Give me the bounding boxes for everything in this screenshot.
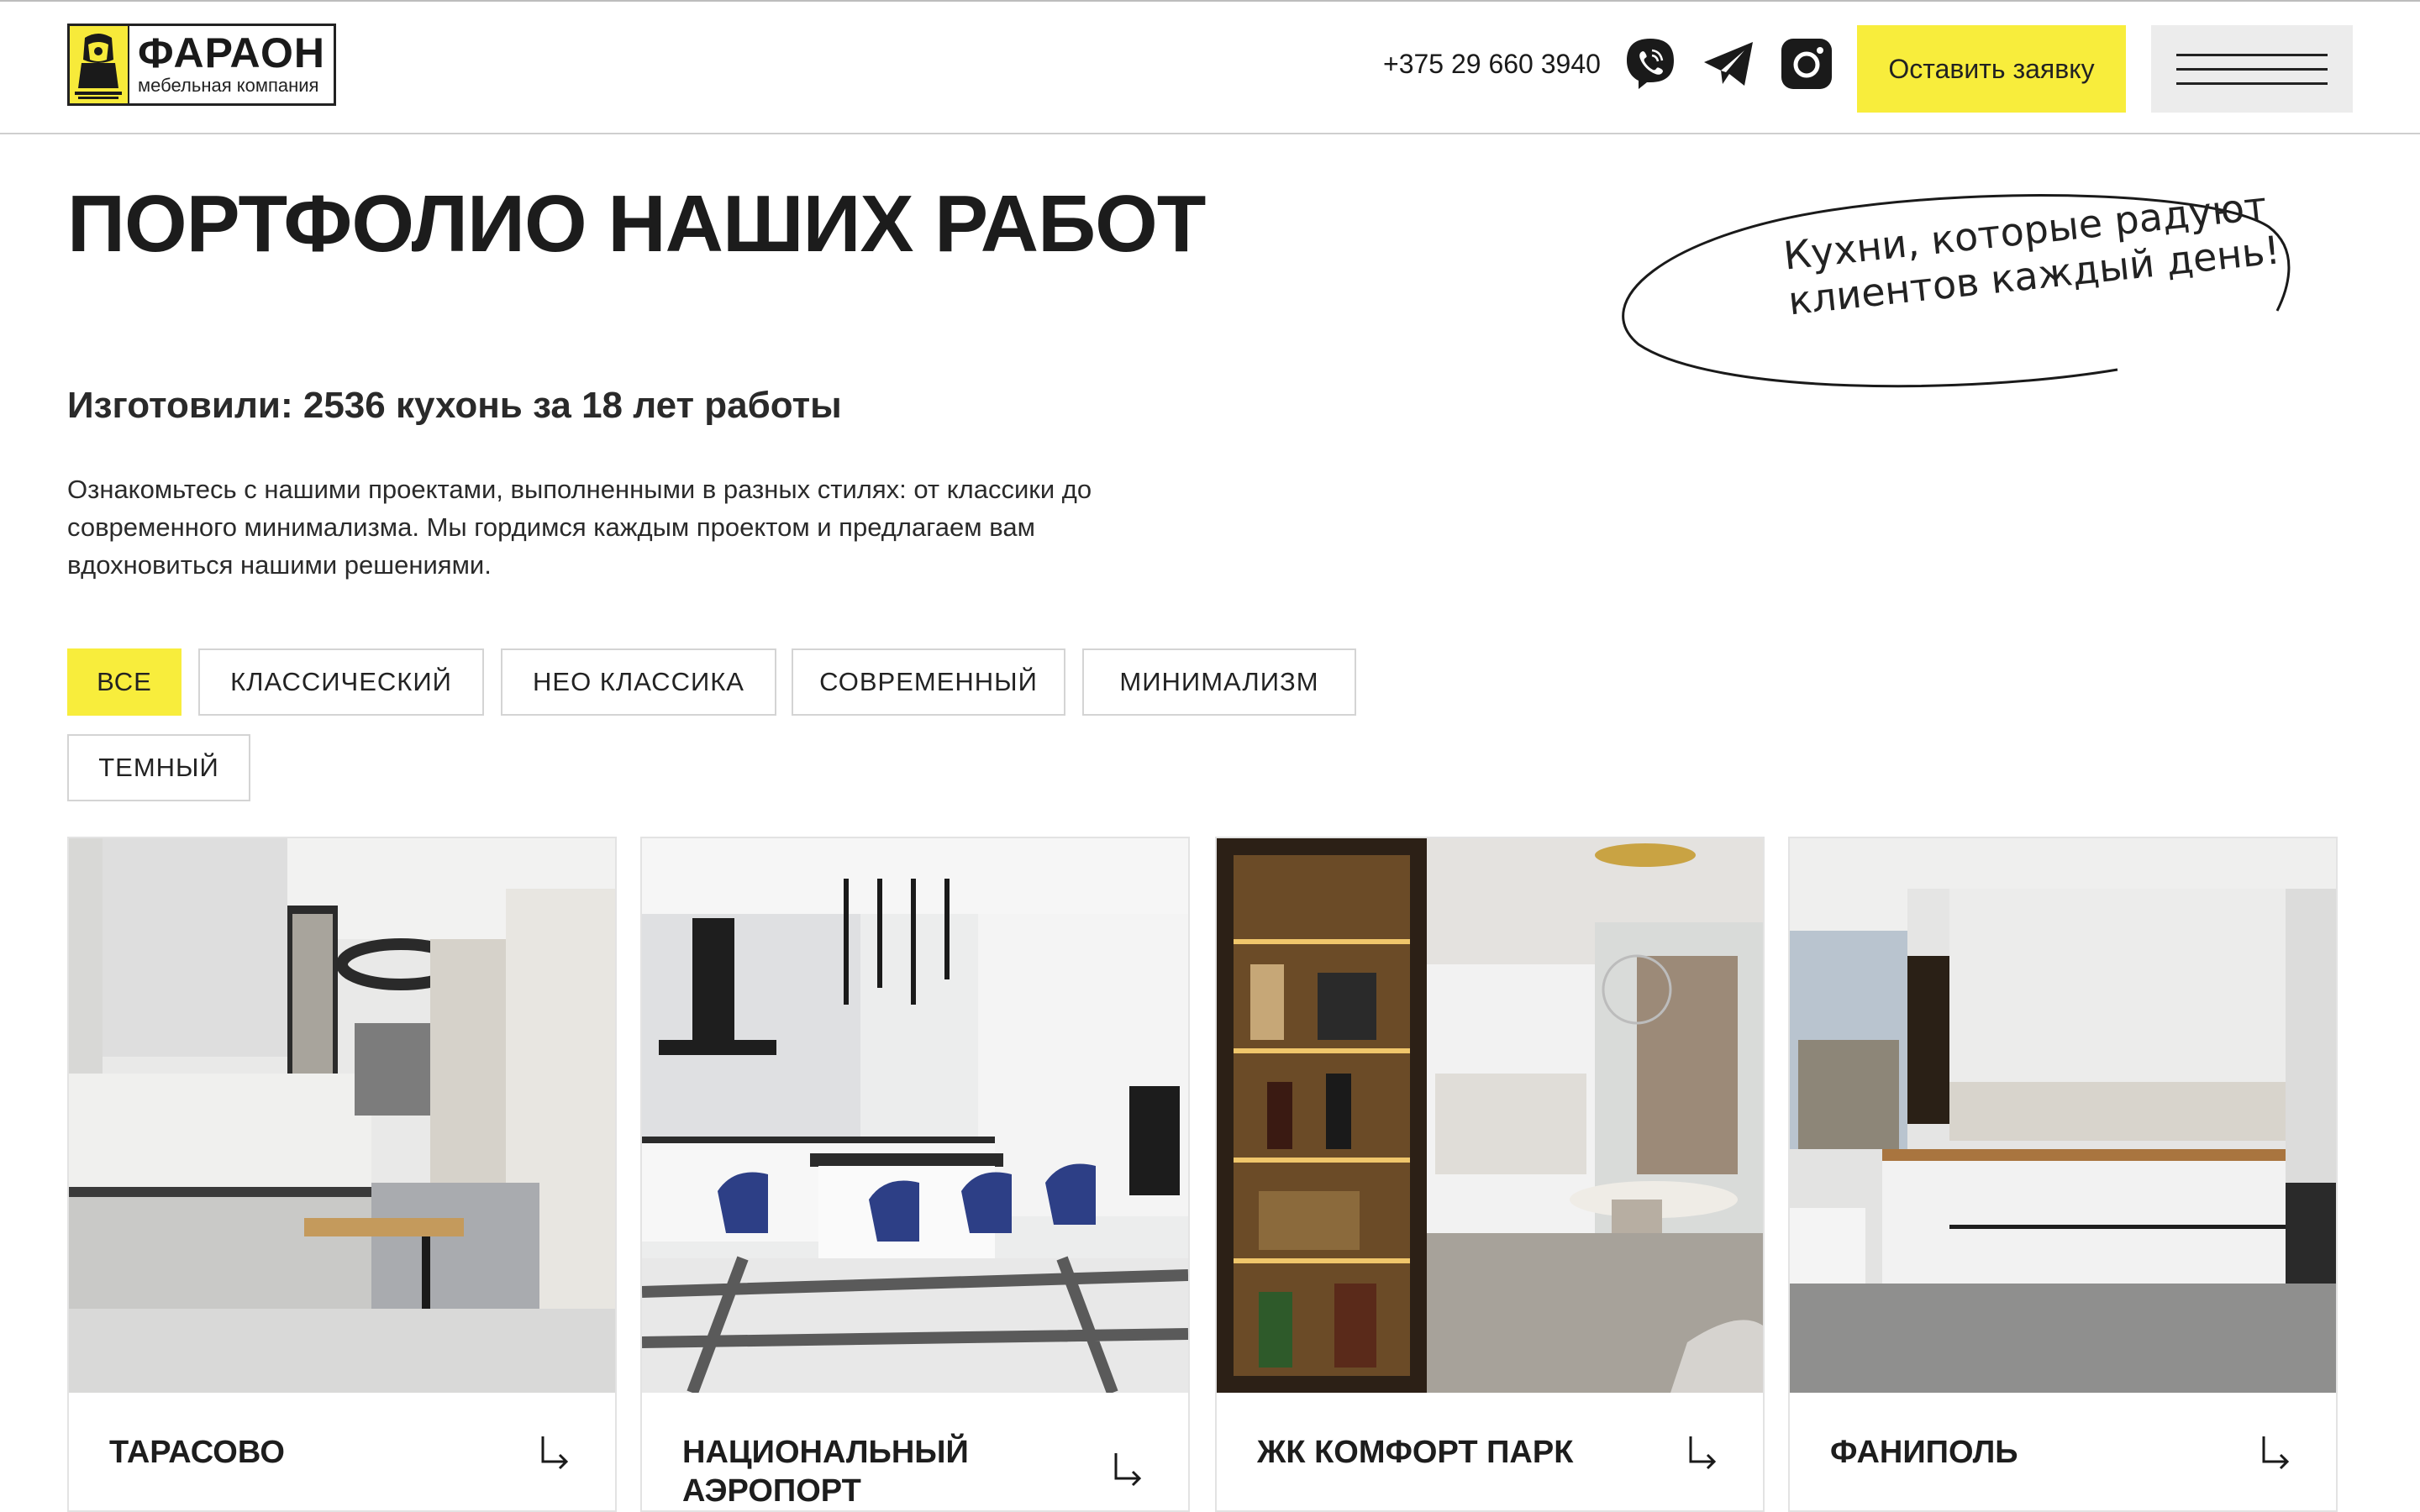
pharaoh-logo-icon xyxy=(70,26,130,103)
filter-neo-classic[interactable]: НЕО КЛАССИКА xyxy=(501,648,776,716)
arrow-down-right-icon[interactable] xyxy=(1682,1431,1723,1472)
page-title: ПОРТФОЛИО НАШИХ РАБОТ xyxy=(67,179,1206,269)
telegram-icon[interactable] xyxy=(1701,35,1758,92)
site-header: ФАРАОН мебельная компания +375 29 660 39… xyxy=(0,2,2420,134)
arrow-down-right-icon[interactable] xyxy=(2255,1431,2296,1472)
filter-modern[interactable]: СОВРЕМЕННЫЙ xyxy=(792,648,1065,716)
instagram-icon[interactable] xyxy=(1778,35,1835,92)
logo-subtitle: мебельная компания xyxy=(138,75,319,96)
hamburger-icon[interactable] xyxy=(2151,25,2353,113)
project-card[interactable]: ЖК КОМФОРТ ПАРК xyxy=(1215,837,1765,1512)
project-card[interactable]: ТАРАСОВО xyxy=(67,837,617,1512)
project-photo[interactable] xyxy=(69,838,615,1393)
filter-classic[interactable]: КЛАССИЧЕСКИЙ xyxy=(198,648,484,716)
project-card[interactable]: НАЦИОНАЛЬНЫЙ АЭРОПОРТ xyxy=(640,837,1190,1512)
tagline-doodle: Кухни, которые радуют клиентов каждый де… xyxy=(1613,183,2302,403)
project-card[interactable]: ФАНИПОЛЬ xyxy=(1788,837,2338,1512)
viber-icon[interactable] xyxy=(1622,35,1679,92)
submit-request-button[interactable]: Оставить заявку xyxy=(1857,25,2126,113)
logo-name: ФАРАОН xyxy=(138,29,325,76)
project-photo[interactable] xyxy=(1790,838,2336,1393)
project-photo[interactable] xyxy=(642,838,1188,1393)
arrow-down-right-icon[interactable] xyxy=(534,1431,575,1472)
stats-subtitle: Изготовили: 2536 кухонь за 18 лет работы xyxy=(67,385,842,426)
arrow-down-right-icon[interactable] xyxy=(1107,1448,1148,1488)
filter-minimalism[interactable]: МИНИМАЛИЗМ xyxy=(1082,648,1356,716)
filter-all[interactable]: ВСЕ xyxy=(67,648,182,716)
filter-dark[interactable]: ТЕМНЫЙ xyxy=(67,734,250,801)
project-name[interactable]: ЖК КОМФОРТ ПАРК xyxy=(1257,1433,1652,1472)
project-photo[interactable] xyxy=(1217,838,1763,1393)
intro-paragraph: Ознакомьтесь с нашими проектами, выполне… xyxy=(67,475,1092,580)
project-name[interactable]: ТАРАСОВО xyxy=(109,1433,504,1472)
project-name[interactable]: ФАНИПОЛЬ xyxy=(1830,1433,2225,1472)
project-name[interactable]: НАЦИОНАЛЬНЫЙ АЭРОПОРТ xyxy=(682,1433,1077,1510)
phone-link[interactable]: +375 29 660 3940 xyxy=(1383,49,1601,80)
logo[interactable]: ФАРАОН мебельная компания xyxy=(67,24,336,106)
